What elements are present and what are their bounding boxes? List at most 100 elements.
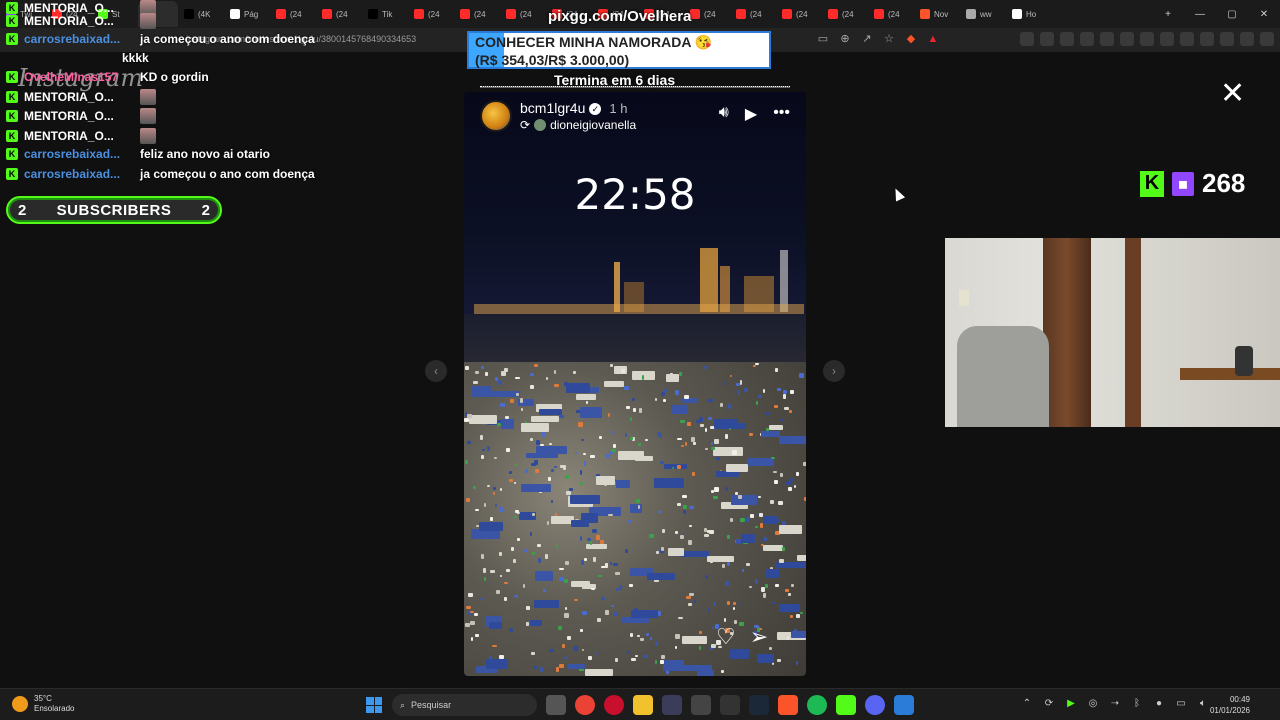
browser-tab[interactable]: (24 <box>822 1 868 27</box>
browser-tab[interactable]: (4K <box>178 1 224 27</box>
previous-story-button[interactable]: ‹ <box>425 360 447 382</box>
vpn-icon[interactable] <box>1240 32 1254 46</box>
chat-username[interactable]: carrosrebaixad... <box>24 147 134 161</box>
chat-username[interactable]: carrosrebaixad... <box>24 32 134 46</box>
beach-person <box>581 649 584 652</box>
browser-tab[interactable]: (24 <box>408 1 454 27</box>
beach-person <box>539 443 544 446</box>
browser-tab[interactable]: Pág <box>224 1 270 27</box>
webcam-door <box>1043 238 1091 427</box>
notepad-icon[interactable] <box>894 695 914 715</box>
extension-icon[interactable] <box>1040 32 1054 46</box>
tray-icon[interactable]: ◎ <box>1086 697 1100 711</box>
beach-person <box>563 381 568 387</box>
discord-icon[interactable] <box>865 695 885 715</box>
beach-person <box>609 363 613 368</box>
opera-icon[interactable] <box>604 695 624 715</box>
more-icon[interactable]: ••• <box>773 104 790 124</box>
heart-icon[interactable]: ♡ <box>716 624 736 650</box>
browser-tab[interactable]: (24 <box>454 1 500 27</box>
taskbar-search[interactable]: ⌕ Pesquisar <box>392 694 537 716</box>
tab-label: Nov <box>934 9 949 19</box>
browser-tab[interactable]: (24 <box>868 1 914 27</box>
volume-icon[interactable]: 🔊︎ <box>719 104 729 124</box>
browser-tab[interactable]: (24 <box>270 1 316 27</box>
network-icon[interactable]: ▭ <box>1174 697 1188 711</box>
browser-tab[interactable]: (24 <box>730 1 776 27</box>
app-icon[interactable] <box>691 695 711 715</box>
beach-person <box>468 593 473 598</box>
weather-widget[interactable]: 35°C Ensolarado <box>12 694 74 714</box>
close-window-button[interactable]: ✕ <box>1248 0 1280 28</box>
extension-icon[interactable] <box>1140 32 1154 46</box>
extension-icon[interactable] <box>1020 32 1034 46</box>
browser-tab[interactable]: Nov <box>914 1 960 27</box>
app-icon[interactable] <box>720 695 740 715</box>
steam-icon[interactable] <box>749 695 769 715</box>
brave-rewards-icon[interactable]: ▲ <box>926 32 940 46</box>
chat-username[interactable]: MENTORIA_O... <box>24 129 134 143</box>
tray-icon[interactable]: ⟳ <box>1042 697 1056 711</box>
sidebar-icon[interactable] <box>1180 32 1194 46</box>
chat-username[interactable]: carrosrebaixad... <box>24 167 134 181</box>
chat-username[interactable]: OvelheMinas157 <box>24 70 134 84</box>
spotify-icon[interactable] <box>807 695 827 715</box>
minimize-button[interactable]: — <box>1184 0 1216 28</box>
beach-person <box>591 587 596 591</box>
viewer-count: 268 <box>1202 168 1246 198</box>
browser-tab[interactable]: (24 <box>776 1 822 27</box>
next-story-button[interactable]: › <box>823 360 845 382</box>
extension-icon[interactable] <box>1080 32 1094 46</box>
tray-icon[interactable]: ➝ <box>1108 697 1122 711</box>
story-repost[interactable]: ⟳ dioneigiovanella <box>520 118 636 132</box>
task-view-icon[interactable] <box>546 695 566 715</box>
browser-tab[interactable]: ww <box>960 1 1006 27</box>
volume-tray-icon[interactable]: 🔈︎ <box>1196 697 1210 711</box>
chat-text: KD o gordin <box>140 70 209 84</box>
add-tab-button[interactable]: + <box>1152 0 1184 28</box>
browser-tab[interactable]: Ho <box>1006 1 1052 27</box>
browser-tab[interactable]: (24 <box>316 1 362 27</box>
taskbar-clock[interactable]: 00:49 01/01/2026 <box>1210 694 1250 716</box>
leo-icon[interactable] <box>1220 32 1234 46</box>
beach-person <box>624 549 629 554</box>
media-icon[interactable] <box>1160 32 1174 46</box>
brave-shield-icon[interactable]: ◆ <box>904 32 918 46</box>
beach-umbrella <box>479 522 503 532</box>
mic-icon[interactable]: ● <box>1152 697 1166 711</box>
menu-icon[interactable] <box>1260 32 1274 46</box>
repost-username[interactable]: dioneigiovanella <box>550 118 636 132</box>
cast-icon[interactable]: ▭ <box>816 32 830 46</box>
bluetooth-icon[interactable]: ᛒ <box>1130 697 1144 711</box>
chat-username[interactable]: MENTORIA_O... <box>24 14 134 28</box>
play-icon[interactable]: ▶ <box>745 104 757 124</box>
app-icon[interactable] <box>662 695 682 715</box>
tray-icon[interactable]: ▶ <box>1064 697 1078 711</box>
beach-person <box>564 607 568 610</box>
chat-username[interactable]: MENTORIA_O... <box>24 109 134 123</box>
bookmark-icon[interactable]: ☆ <box>882 32 896 46</box>
chrome-icon[interactable] <box>575 695 595 715</box>
chevron-up-icon[interactable]: ⌃ <box>1020 697 1034 711</box>
browser-tab[interactable]: (24 <box>500 1 546 27</box>
maximize-button[interactable]: ▢ <box>1216 0 1248 28</box>
story-avatar[interactable] <box>480 100 512 132</box>
story-viewer[interactable]: 22:58 bcm1lgr4u ✓ 1 h ⟳ dioneigiovanella 🔊… <box>464 92 806 676</box>
wallet-icon[interactable] <box>1200 32 1214 46</box>
beach-person <box>526 622 530 627</box>
send-icon[interactable]: ➢ <box>750 624 768 650</box>
extension-icon[interactable] <box>1060 32 1074 46</box>
zoom-icon[interactable]: ⊕ <box>838 32 852 46</box>
story-username[interactable]: bcm1lgr4u <box>520 100 585 116</box>
extension-icon[interactable] <box>1120 32 1134 46</box>
browser-tab[interactable]: Tik <box>362 1 408 27</box>
chat-username[interactable]: MENTORIA_O... <box>24 90 134 104</box>
extension-icon[interactable] <box>1100 32 1114 46</box>
kick-app-icon[interactable] <box>836 695 856 715</box>
brave-icon[interactable] <box>778 695 798 715</box>
folder-icon[interactable] <box>633 695 653 715</box>
webcam-bottle <box>1235 346 1253 376</box>
close-story-button[interactable]: ✕ <box>1220 76 1245 111</box>
share-icon[interactable]: ↗ <box>860 32 874 46</box>
start-button[interactable] <box>366 697 382 713</box>
